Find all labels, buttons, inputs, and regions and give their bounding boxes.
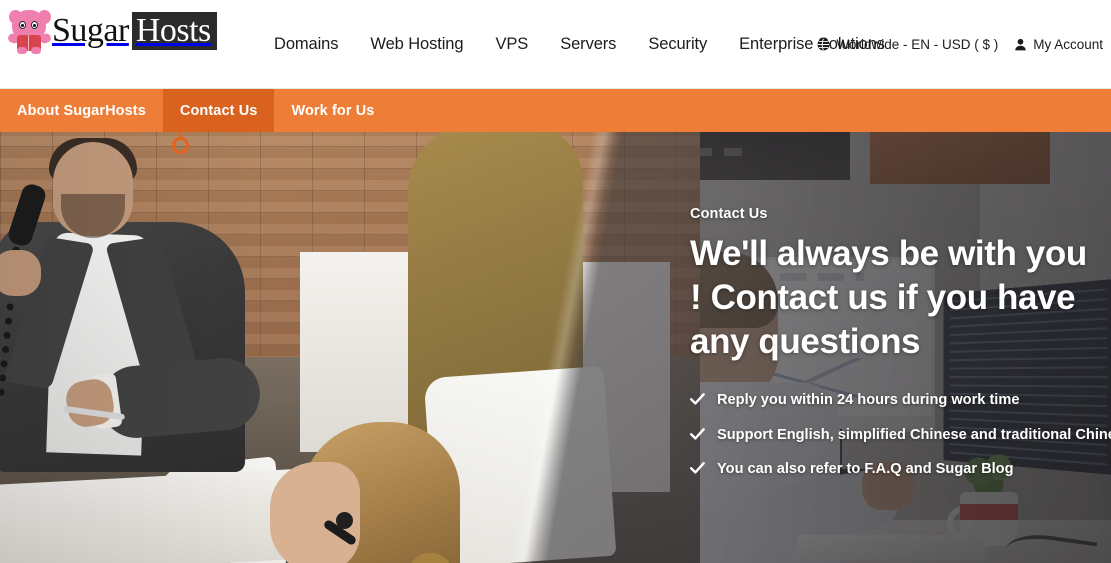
hero-title: We'll always be with you ! Contact us if…	[690, 232, 1090, 364]
sugar-mascot-icon	[8, 8, 52, 54]
my-account-link[interactable]: My Account	[1014, 37, 1103, 52]
nav-item-vps[interactable]: VPS	[479, 36, 544, 53]
subnav-item-about-sugarhosts[interactable]: About SugarHosts	[0, 89, 163, 132]
logo-text-hosts: Hosts	[132, 12, 217, 50]
hero-content: Contact Us We'll always be with you ! Co…	[690, 206, 1090, 496]
locale-selector[interactable]: Worldwide - EN - USD ( $ )	[817, 37, 998, 52]
section-navigation: About SugarHosts Contact Us Work for Us	[0, 89, 1111, 132]
check-icon	[690, 428, 705, 441]
hero-feature-label: You can also refer to F.A.Q and Sugar Bl…	[717, 461, 1014, 479]
hero-feature-label: Reply you within 24 hours during work ti…	[717, 392, 1019, 410]
check-icon	[690, 393, 705, 406]
site-header: Sugar Hosts Domains Web Hosting VPS Serv…	[0, 0, 1111, 89]
nav-item-servers[interactable]: Servers	[544, 36, 632, 53]
nav-item-web-hosting[interactable]: Web Hosting	[354, 36, 479, 53]
globe-icon	[817, 38, 830, 51]
locale-label: Worldwide - EN - USD ( $ )	[836, 37, 998, 52]
nav-item-security[interactable]: Security	[632, 36, 723, 53]
hero-feature-label: Support English, simplified Chinese and …	[717, 427, 1111, 445]
hero-feature-item: Support English, simplified Chinese and …	[690, 427, 1090, 445]
logo-text-sugar: Sugar	[48, 12, 132, 50]
hero-feature-item: You can also refer to F.A.Q and Sugar Bl…	[690, 461, 1090, 479]
subnav-item-work-for-us[interactable]: Work for Us	[274, 89, 391, 132]
user-icon	[1014, 38, 1027, 51]
hero-banner: Contact Us We'll always be with you ! Co…	[0, 132, 1111, 563]
subnav-item-contact-us[interactable]: Contact Us	[163, 89, 275, 132]
nav-item-domains[interactable]: Domains	[258, 36, 354, 53]
hero-feature-list: Reply you within 24 hours during work ti…	[690, 392, 1090, 479]
header-utility-bar: Worldwide - EN - USD ( $ ) My Account	[817, 0, 1103, 88]
check-icon	[690, 462, 705, 475]
primary-navigation: Domains Web Hosting VPS Servers Security…	[258, 0, 901, 88]
site-logo[interactable]: Sugar Hosts	[8, 8, 217, 54]
my-account-label: My Account	[1033, 37, 1103, 52]
hero-feature-item: Reply you within 24 hours during work ti…	[690, 392, 1090, 410]
hero-eyebrow: Contact Us	[690, 206, 1090, 222]
